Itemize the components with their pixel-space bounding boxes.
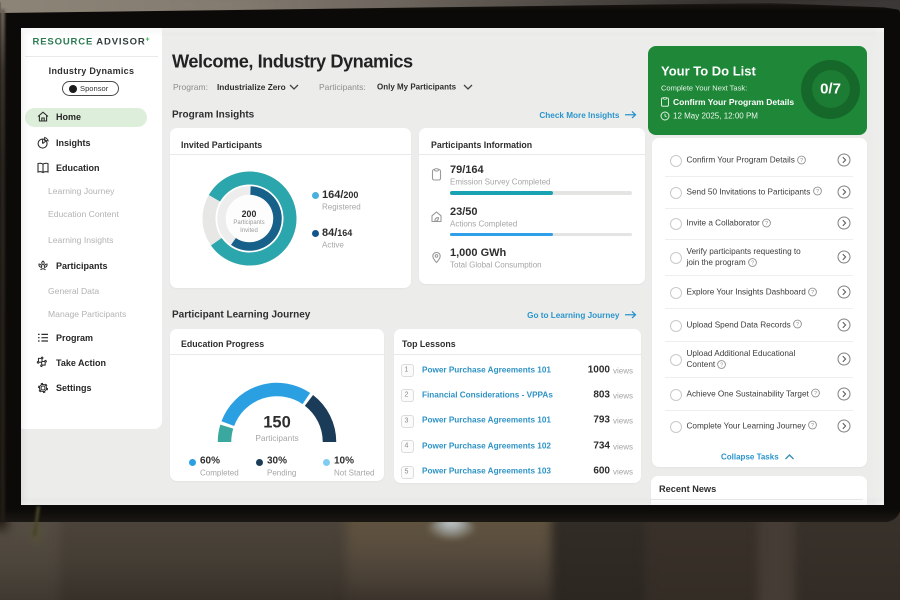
svg-text:?: ? <box>800 158 803 164</box>
svg-text:?: ? <box>811 290 814 296</box>
svg-text:?: ? <box>816 189 819 195</box>
svg-text:?: ? <box>796 322 799 328</box>
svg-text:?: ? <box>751 260 754 266</box>
svg-text:?: ? <box>765 221 768 227</box>
svg-text:?: ? <box>814 391 817 397</box>
svg-text:?: ? <box>720 362 723 368</box>
svg-text:?: ? <box>811 423 814 429</box>
